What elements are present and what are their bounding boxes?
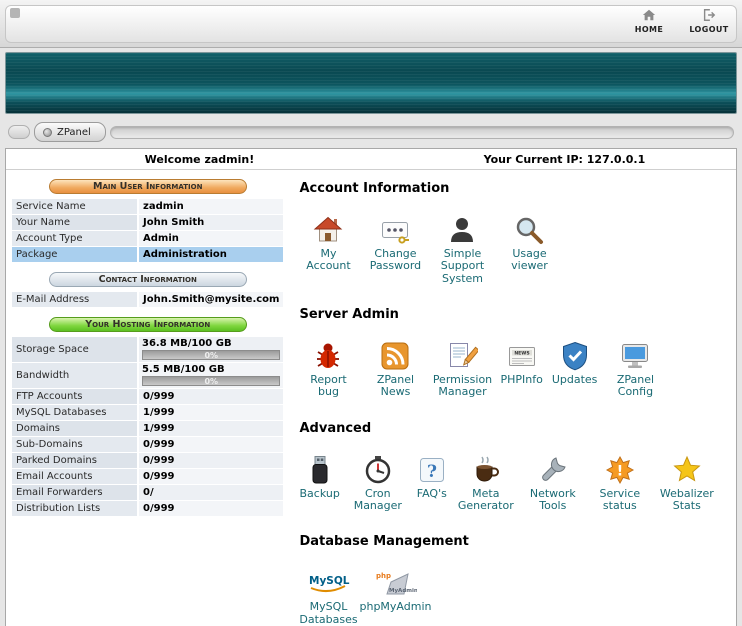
support-system-icon [446,212,478,246]
app-updates[interactable]: Updates [552,338,598,386]
section-title-server-admin: Server Admin [299,307,730,322]
app-faqs[interactable]: ? FAQ's [416,452,448,500]
logout-icon [702,8,716,22]
section-header-contact-information: Contact Information [49,272,247,287]
app-cron-manager[interactable]: Cron Manager [349,452,407,513]
server-admin-apps: Report bug ZPanel News [299,338,730,399]
storage-value: 36.8 MB/100 GB [142,338,280,349]
info-row-email-accounts: Email Accounts 0/999 [12,469,283,484]
account-information-apps: My Account Change Password [299,212,730,285]
sidebar: Main User Information Service Name zadmi… [12,177,283,626]
app-usage-viewer[interactable]: Usage viewer [500,212,558,273]
webalizer-star-icon [671,452,703,486]
info-row-ftp-accounts: FTP Accounts 0/999 [12,389,283,404]
app-mysql-databases[interactable]: MySQL MySQL Databases [299,565,357,626]
app-phpinfo[interactable]: NEWS PHPInfo [500,338,542,386]
app-webalizer-stats[interactable]: Webalizer Stats [658,452,716,513]
section-title-advanced: Advanced [299,421,730,436]
tab-zpanel[interactable]: ZPanel [34,122,106,142]
svg-text:NEWS: NEWS [514,351,529,357]
tab-label: ZPanel [57,127,91,138]
window-icon [10,8,20,18]
svg-text:php: php [376,572,391,580]
home-button[interactable]: HOME [626,8,672,34]
main-content: Account Information My Account [283,177,730,626]
info-row-email-forwarders: Email Forwarders 0/ [12,485,283,500]
section-header-hosting-information: Your Hosting Information [49,317,247,332]
svg-text:?: ? [427,462,437,482]
zpanel-config-monitor-icon [619,338,651,372]
svg-text:!: ! [617,463,623,479]
updates-shield-icon [559,338,591,372]
rss-news-icon [379,338,411,372]
info-row-service-name: Service Name zadmin [12,199,283,214]
storage-usage-bar: 0% [142,350,280,360]
app-permission-manager[interactable]: Permission Manager [433,338,491,399]
logout-label: LOGOUT [689,25,728,34]
content-area: Main User Information Service Name zadmi… [6,170,736,626]
change-password-icon [379,212,411,246]
tab-track [110,126,734,139]
section-title-database-management: Database Management [299,534,730,549]
database-management-apps: MySQL MySQL Databases php MyAdmin [299,565,730,626]
info-row-distribution-lists: Distribution Lists 0/999 [12,501,283,516]
advanced-apps: Backup Cron Manager [299,452,730,513]
service-status-warning-icon: ! [604,452,636,486]
faq-question-icon: ? [416,452,448,486]
bandwidth-usage-bar: 0% [142,376,280,386]
info-row-domains: Domains 1/999 [12,421,283,436]
info-row-email-address: E-Mail Address John.Smith@mysite.com [12,292,283,307]
app-backup[interactable]: Backup [299,452,339,500]
app-change-password[interactable]: Change Password [366,212,424,273]
zpanel-page: HOME LOGOUT ZPanel Welcome zadmin! Your … [0,0,742,626]
home-icon [642,8,656,22]
welcome-text: Welcome zadmin! [6,153,393,166]
info-row-sub-domains: Sub-Domains 0/999 [12,437,283,452]
logout-button[interactable]: LOGOUT [686,8,732,34]
status-bar: Welcome zadmin! Your Current IP: 127.0.0… [6,149,736,170]
home-label: HOME [635,25,664,34]
info-row-account-type: Account Type Admin [12,231,283,246]
mysql-logo-icon: MySQL [306,565,350,599]
info-row-mysql-databases: MySQL Databases 1/999 [12,405,283,420]
app-network-tools[interactable]: Network Tools [524,452,582,513]
svg-text:MySQL: MySQL [309,575,350,587]
meter-row-bandwidth: Bandwidth 5.5 MB/100 GB 0% [12,363,283,388]
app-meta-generator[interactable]: Meta Generator [457,452,515,513]
app-zpanel-news[interactable]: ZPanel News [366,338,424,399]
svg-text:MyAdmin: MyAdmin [389,588,417,594]
app-phpmyadmin[interactable]: php MyAdmin php MyAdmin [366,565,424,613]
cron-clock-icon [362,452,394,486]
phpmyadmin-logo-icon: php MyAdmin [373,565,417,599]
top-toolbar: HOME LOGOUT [0,0,742,48]
section-header-main-user-information: Main User Information [49,179,247,194]
info-row-parked-domains: Parked Domains 0/999 [12,453,283,468]
network-tools-wrench-icon [537,452,569,486]
bug-icon [312,338,344,372]
usage-viewer-icon [513,212,545,246]
tab-bullet-icon [43,128,52,137]
my-account-icon [312,212,344,246]
tab-endcap [8,125,30,139]
info-row-your-name: Your Name John Smith [12,215,283,230]
app-support-system[interactable]: Simple Support System [433,212,491,285]
current-ip-text: Your Current IP: 127.0.0.1 [393,153,736,166]
info-row-package: Package Administration [12,247,283,262]
app-zpanel-config[interactable]: ZPanel Config [606,338,664,399]
app-report-bug[interactable]: Report bug [299,338,357,399]
top-links: HOME LOGOUT [626,8,732,34]
app-service-status[interactable]: ! Service status [591,452,649,513]
tab-bar: ZPanel [8,120,734,144]
zpanel-banner [5,52,737,114]
app-my-account[interactable]: My Account [299,212,357,273]
section-title-account-information: Account Information [299,181,730,196]
meta-generator-coffee-icon [470,452,502,486]
content-box: Welcome zadmin! Your Current IP: 127.0.0… [5,148,737,626]
meter-row-storage: Storage Space 36.8 MB/100 GB 0% [12,337,283,362]
bandwidth-value: 5.5 MB/100 GB [142,364,280,375]
backup-usb-icon [304,452,336,486]
permission-manager-icon [446,338,478,372]
phpinfo-news-icon: NEWS [506,338,538,372]
